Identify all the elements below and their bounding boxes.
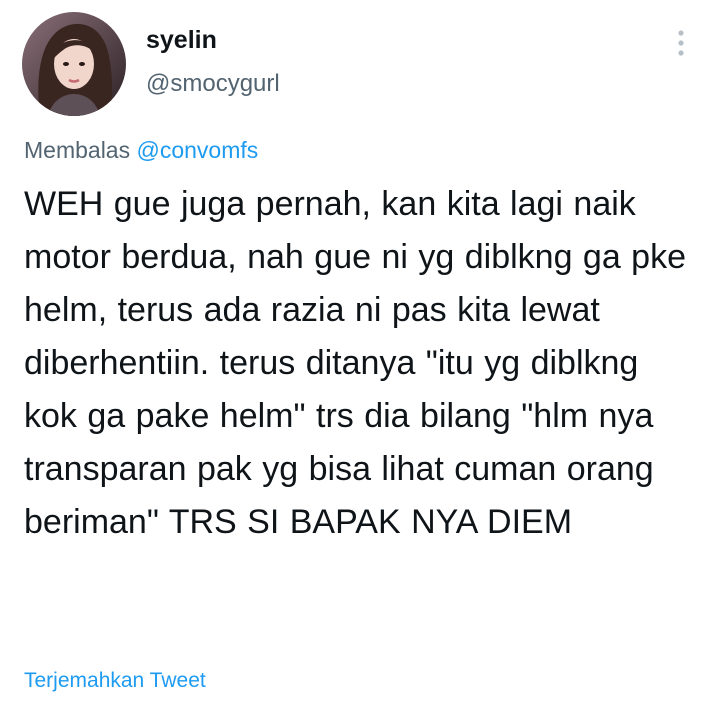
author-handle[interactable]: @smocygurl	[146, 70, 280, 98]
tweet-text: WEH gue juga pernah, kan kita lagi naik …	[24, 185, 687, 541]
more-options-button[interactable]	[666, 26, 696, 60]
reply-mention-link[interactable]: @convomfs	[137, 137, 259, 163]
translate-tweet-link[interactable]: Terjemahkan Tweet	[24, 669, 206, 693]
author-name[interactable]: syelin	[146, 26, 217, 55]
avatar-photo	[22, 12, 126, 116]
tweet-card: syelin @smocygurl Membalas @convomfs WEH…	[0, 0, 720, 720]
avatar[interactable]	[22, 12, 126, 116]
reply-prefix: Membalas	[24, 137, 131, 163]
more-vertical-icon	[678, 30, 684, 56]
reply-context: Membalas @convomfs	[24, 137, 258, 164]
